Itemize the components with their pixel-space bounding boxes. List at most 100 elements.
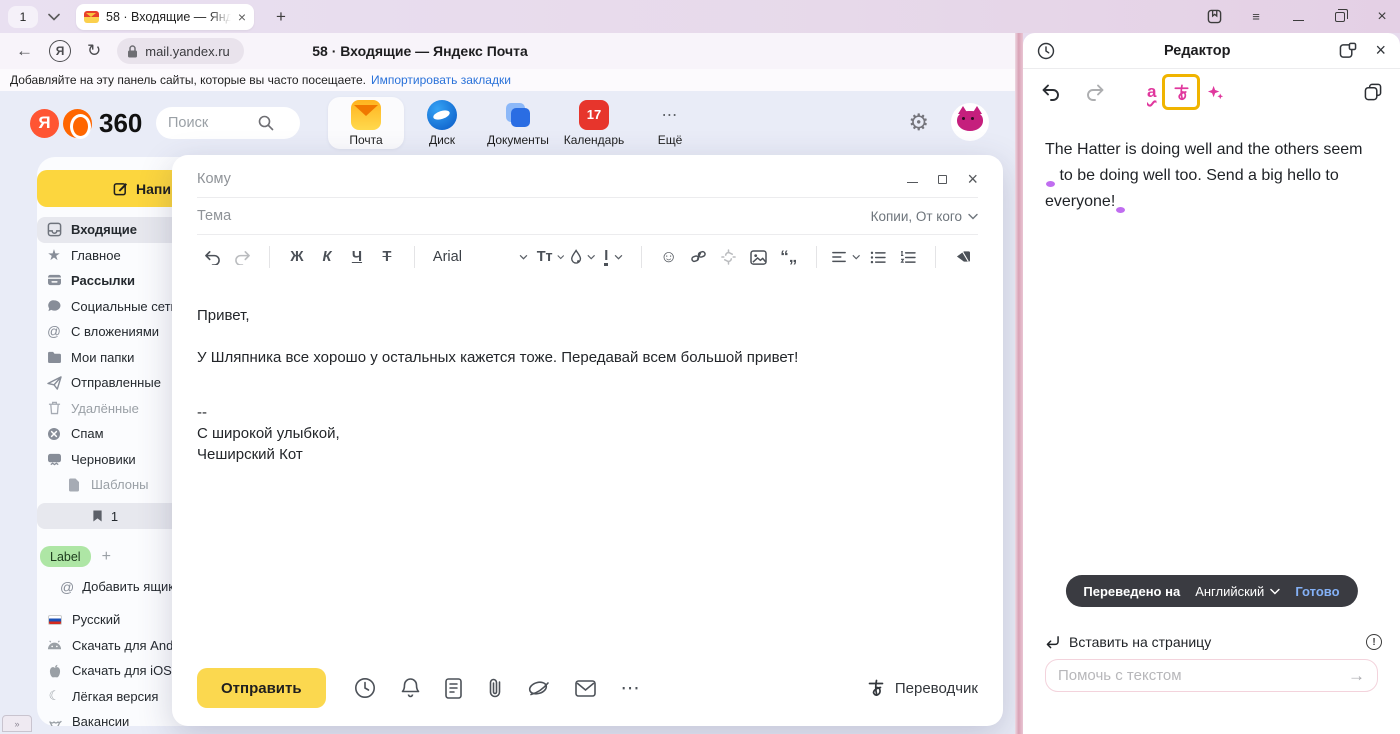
yandex-services-icon[interactable]: Я	[49, 40, 71, 62]
app-disk[interactable]: Диск	[404, 97, 480, 149]
tab-close-icon[interactable]: ×	[238, 10, 246, 24]
compose-minimize-icon[interactable]	[907, 175, 918, 183]
sidebar-item-drafts[interactable]: Черновики	[37, 447, 173, 473]
back-icon[interactable]: ←	[16, 41, 33, 61]
done-button[interactable]: Готово	[1295, 584, 1339, 599]
add-mailbox-item[interactable]: @ Добавить ящик	[60, 574, 173, 599]
light-version-link[interactable]: ☾ Лёгкая версия	[46, 684, 173, 710]
info-warning-icon[interactable]: !	[1366, 634, 1382, 650]
search-box[interactable]	[156, 107, 300, 139]
compose-button[interactable]: Напи	[37, 170, 173, 207]
panel-divider[interactable]	[1015, 33, 1023, 734]
translator-toggle[interactable]: Переводчик	[866, 678, 978, 698]
app-documents[interactable]: Документы	[480, 97, 556, 149]
ai-prompt-box[interactable]: →	[1045, 659, 1378, 692]
translate-icon[interactable]	[1172, 83, 1191, 102]
text-color-dropdown[interactable]: I	[602, 244, 626, 270]
message-body[interactable]: Привет, У Шляпника все хорошо у остальны…	[172, 279, 1003, 465]
font-size-dropdown[interactable]: Tт	[537, 244, 564, 270]
send-button[interactable]: Отправить	[197, 668, 326, 708]
app-more[interactable]: ⋯ Ещё	[632, 97, 708, 149]
sidebar-item-spam[interactable]: Спам	[37, 421, 173, 447]
sidebar-item-deleted[interactable]: Удалённые	[37, 396, 173, 422]
to-field[interactable]: Кому	[197, 171, 907, 187]
quote-icon[interactable]: “„	[777, 244, 801, 270]
highlight-color-dropdown[interactable]	[570, 244, 596, 270]
search-input[interactable]	[168, 115, 258, 131]
italic-button[interactable]: К	[315, 244, 339, 270]
sidebar-item-sent[interactable]: Отправленные	[37, 370, 173, 396]
sidebar-item-newsletters[interactable]: Рассылки	[37, 268, 173, 294]
vacancies-link[interactable]: Вакансии	[46, 709, 173, 726]
sidebar-item-attachments[interactable]: @ С вложениями	[37, 319, 173, 345]
bullet-list-icon[interactable]	[866, 244, 890, 270]
url-field[interactable]: mail.yandex.ru	[117, 38, 244, 64]
app-calendar[interactable]: 17 Календарь	[556, 97, 632, 149]
more-options-icon[interactable]: ⋯	[621, 677, 642, 700]
editor-undo-icon[interactable]	[1041, 84, 1060, 101]
subject-field[interactable]: Тема	[197, 208, 871, 224]
app-mail[interactable]: Почта	[328, 97, 404, 149]
sidebar-bookmarks-row[interactable]: 1	[37, 503, 173, 529]
yandex360-logo[interactable]: Я 360	[30, 108, 142, 139]
download-android-link[interactable]: Скачать для Andro	[46, 633, 173, 659]
ai-improve-icon[interactable]	[1206, 83, 1225, 102]
bold-button[interactable]: Ж	[285, 244, 309, 270]
undo-icon[interactable]	[200, 244, 224, 270]
panels-icon[interactable]	[1206, 9, 1222, 25]
settings-gear-icon[interactable]: ⚙	[908, 109, 929, 136]
add-label-icon[interactable]: +	[102, 548, 111, 566]
tab-counter-button[interactable]: 1	[8, 6, 38, 28]
submit-arrow-icon[interactable]: →	[1348, 666, 1365, 686]
translated-text[interactable]: The Hatter is doing well and the others …	[1023, 115, 1388, 215]
copies-from-toggle[interactable]: Копии, От кого	[871, 209, 978, 224]
template-note-icon[interactable]	[445, 678, 462, 699]
sidebar-item-main[interactable]: ★ Главное	[37, 243, 173, 269]
new-tab-button[interactable]: +	[268, 4, 294, 30]
insert-image-icon[interactable]	[747, 244, 771, 270]
menu-icon[interactable]: ≡	[1248, 9, 1264, 25]
align-dropdown[interactable]	[832, 244, 860, 270]
insert-on-page-action[interactable]: Вставить на страницу !	[1045, 634, 1382, 650]
open-in-window-icon[interactable]	[1339, 42, 1357, 59]
language-switch[interactable]: Русский	[46, 607, 173, 633]
minimize-window-icon[interactable]	[1290, 9, 1306, 25]
sidebar-item-inbox[interactable]: Входящие	[37, 217, 173, 243]
close-window-icon[interactable]: ×	[1374, 9, 1390, 25]
notify-bell-icon[interactable]	[401, 677, 420, 699]
selection-handle-end[interactable]	[1116, 207, 1125, 213]
copy-text-icon[interactable]	[1364, 83, 1382, 101]
sidebar-item-social[interactable]: Социальные сети	[37, 294, 173, 320]
sidebar-item-templates[interactable]: Шаблоны	[37, 472, 173, 498]
font-family-dropdown[interactable]: Arial	[433, 249, 528, 265]
restore-window-icon[interactable]	[1332, 9, 1348, 25]
active-tab[interactable]: 58 · Входящие — Яндек ×	[76, 4, 254, 30]
compose-close-icon[interactable]: ×	[967, 170, 978, 188]
clear-formatting-icon[interactable]	[951, 244, 975, 270]
envelope-icon[interactable]	[575, 680, 596, 697]
sidebar-item-my-folders[interactable]: Мои папки	[37, 345, 173, 371]
underline-button[interactable]: Ч	[345, 244, 369, 270]
browser-shelf-widget[interactable]: »	[2, 715, 32, 732]
spellcheck-icon[interactable]: a	[1147, 82, 1156, 102]
selection-handle-start[interactable]	[1046, 181, 1055, 187]
tab-list-chevron-icon[interactable]	[48, 13, 60, 21]
ai-prompt-input[interactable]	[1058, 667, 1348, 684]
import-bookmarks-link[interactable]: Импортировать закладки	[371, 73, 511, 87]
label-tag[interactable]: Label	[40, 546, 91, 567]
user-avatar[interactable]	[951, 103, 989, 141]
history-clock-icon[interactable]	[1037, 42, 1055, 60]
redo-icon[interactable]	[230, 244, 254, 270]
numbered-list-icon[interactable]	[896, 244, 920, 270]
insert-link-icon[interactable]	[687, 244, 711, 270]
attach-file-icon[interactable]	[487, 677, 503, 699]
compose-restore-icon[interactable]	[938, 175, 947, 184]
close-panel-icon[interactable]: ×	[1375, 40, 1386, 61]
send-later-icon[interactable]	[354, 677, 376, 699]
emoji-icon[interactable]: ☺	[657, 244, 681, 270]
refresh-icon[interactable]: ↻	[87, 41, 101, 61]
strikethrough-button[interactable]: Т	[375, 244, 399, 270]
editor-redo-icon[interactable]	[1086, 84, 1105, 101]
language-dropdown[interactable]: Английский	[1195, 584, 1280, 599]
remove-link-icon[interactable]	[717, 244, 741, 270]
